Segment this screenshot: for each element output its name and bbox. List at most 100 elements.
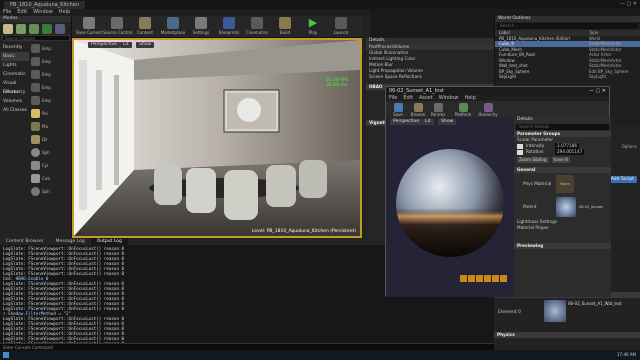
preview-perspective-button[interactable]: Perspective [390, 119, 423, 125]
save-button[interactable]: Save [388, 103, 408, 117]
material-editor-toolbar: Save Browse Params Platform Stats Hierar… [386, 101, 609, 122]
details-search-input[interactable]: Search Details [516, 124, 609, 130]
foliage-mode-icon[interactable] [42, 24, 52, 34]
menu-window[interactable]: Window [30, 9, 56, 16]
rotation-field[interactable]: 294.001147 [555, 149, 585, 155]
cinematics-button[interactable]: Cinematics [243, 17, 271, 37]
material-details-panel: Details Search Details Parameter Groups … [514, 117, 611, 297]
browse-button[interactable]: Browse [408, 103, 428, 117]
params-button[interactable]: Params [428, 103, 448, 117]
row-parent: Parent 06-02_Sunset [514, 195, 611, 219]
place-item[interactable]: Cyl [31, 160, 69, 171]
parent-material-thumbnail[interactable] [556, 197, 576, 217]
place-item[interactable]: Cub [31, 173, 69, 184]
content-button[interactable]: Content [131, 17, 159, 37]
sphere-shape-icon[interactable] [468, 275, 475, 282]
category-recently-placed[interactable]: Recently Placed [1, 43, 29, 59]
section-previewing[interactable]: Previewing [514, 243, 611, 249]
save-icon [83, 17, 95, 29]
category-cinematic[interactable]: Cinematic [1, 70, 29, 79]
category-visual-effects[interactable]: Visual Effects [1, 79, 29, 95]
actor-icon [31, 83, 40, 92]
material-instance-editor: 06-02_Sunset_A1_Inst — ▢ ✕ File Edit Asset W… [385, 86, 611, 297]
hierarchy-button[interactable]: Hierarchy [478, 103, 498, 117]
cylinder-shape-icon[interactable] [460, 275, 467, 282]
phys-material-thumbnail[interactable]: None [556, 175, 574, 193]
plane-shape-icon[interactable] [476, 275, 483, 282]
marketplace-button[interactable]: Marketplace [159, 17, 187, 37]
place-item[interactable]: Sph [31, 186, 69, 197]
teapot-shape-icon[interactable] [500, 275, 507, 282]
launch-button[interactable]: Launch [327, 17, 355, 37]
save-b-button[interactable]: Save B [551, 157, 571, 163]
outliner-search-input[interactable]: Search... [497, 23, 638, 29]
cube-shape-icon[interactable] [484, 275, 491, 282]
row-rotation: Rotation 294.001147 [514, 149, 611, 155]
place-item[interactable]: Pla [31, 121, 69, 132]
perspective-button[interactable]: Perspective [88, 42, 121, 48]
blueprint-icon [223, 17, 235, 29]
preview-sphere [386, 117, 514, 297]
place-item[interactable]: Poi [31, 108, 69, 119]
physics-section[interactable]: Physics [494, 332, 640, 338]
place-item[interactable]: Emp [31, 56, 69, 67]
category-all-classes[interactable]: All Classes [1, 106, 29, 115]
show-button[interactable]: Show [136, 42, 155, 48]
place-item[interactable]: Emp [31, 82, 69, 93]
save-current-button[interactable]: Save Current [75, 17, 103, 37]
place-item[interactable]: Dir [31, 134, 69, 145]
tab-output-log[interactable]: Output Log [90, 238, 128, 245]
mesh-shape-icon[interactable] [492, 275, 499, 282]
place-item[interactable]: Sph [31, 147, 69, 158]
level-viewport[interactable]: Perspective Lit Show 61.28 FPS 32.99 ms L… [72, 38, 362, 238]
actor-icon [31, 70, 40, 79]
place-mode-icon[interactable] [3, 24, 13, 34]
tab-message-log[interactable]: Message Log [50, 238, 91, 245]
add-script-button[interactable]: Add Script [607, 176, 637, 183]
source-control-button[interactable]: Source Control [103, 17, 132, 37]
category-volumes[interactable]: Volumes [1, 97, 29, 106]
pawn-icon [31, 96, 40, 105]
material-thumbnail[interactable] [544, 300, 566, 322]
tab-content-browser[interactable]: Content Browser [0, 238, 50, 245]
class-search-input[interactable]: Search Classes [2, 35, 70, 41]
checkbox-icon[interactable] [517, 143, 523, 149]
row-material-properties[interactable]: Material Proper [514, 225, 611, 231]
directional-light-icon [31, 135, 40, 144]
window-controls[interactable]: — ▢ ✕ [620, 1, 637, 7]
category-lights[interactable]: Lights [1, 61, 29, 70]
place-item[interactable]: Emp [31, 43, 69, 54]
category-basic[interactable]: Basic [1, 52, 29, 61]
build-icon [279, 17, 291, 29]
window-tab[interactable]: PB_1810_Aqualuna_Kitchen [4, 1, 85, 9]
element-value[interactable]: 06-02_Sunset_A1_Wat_Inst [568, 301, 622, 306]
preview-lit-button[interactable]: Lit [422, 119, 434, 125]
place-item[interactable]: Emp [31, 95, 69, 106]
paint-mode-icon[interactable] [16, 24, 26, 34]
options-label[interactable]: Options [622, 144, 637, 149]
material-preview-viewport[interactable]: Perspective Lit Show [386, 117, 514, 297]
marketplace-icon [167, 17, 179, 29]
row-phys-material: Phys Material None [514, 173, 611, 195]
console-command-input[interactable]: Enter Console Command [0, 343, 494, 350]
menu-edit[interactable]: Edit [14, 9, 30, 16]
zoom-sibling-button[interactable]: Zoom Sibling [517, 157, 549, 163]
play-button[interactable]: ▶ Play [299, 17, 327, 37]
outliner-title: World Outliner [495, 16, 640, 22]
checkbox-icon[interactable] [517, 149, 523, 155]
sphere-icon [31, 148, 40, 157]
build-button[interactable]: Build [271, 17, 299, 37]
menu-help[interactable]: Help [56, 9, 73, 16]
cube-icon [31, 174, 40, 183]
preview-show-button[interactable]: Show [438, 119, 457, 125]
geometry-mode-icon[interactable] [55, 24, 65, 34]
category-geometry[interactable]: Geometry [1, 88, 29, 97]
lit-button[interactable]: Lit [120, 42, 132, 48]
start-icon[interactable] [3, 352, 9, 358]
landscape-mode-icon[interactable] [29, 24, 39, 34]
blueprints-button[interactable]: Blueprints [215, 17, 243, 37]
place-item[interactable]: Emp [31, 69, 69, 80]
menu-file[interactable]: File [0, 9, 14, 16]
outliner-row[interactable]: SkyLight SkyLight [495, 74, 640, 80]
settings-button[interactable]: Settings [187, 17, 215, 37]
